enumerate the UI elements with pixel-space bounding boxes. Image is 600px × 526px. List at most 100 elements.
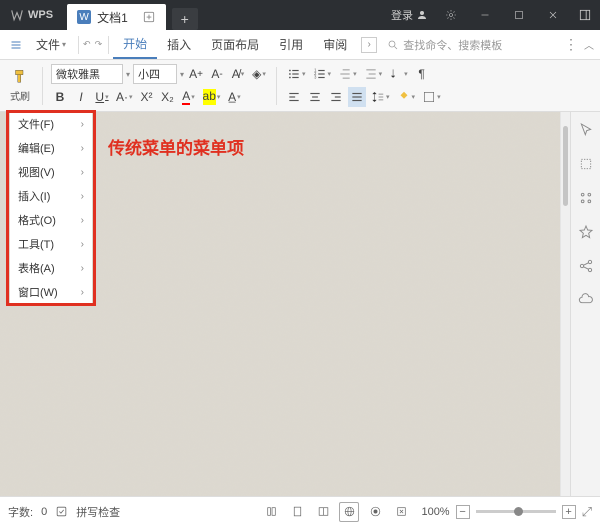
document-title: 文档1 — [97, 9, 128, 26]
settings-icon[interactable] — [578, 190, 594, 206]
font-color-button[interactable]: A — [180, 87, 198, 107]
align-justify-button[interactable] — [348, 87, 366, 107]
menu-item-tools[interactable]: 工具(T) — [10, 232, 92, 256]
font-grow-icon[interactable]: A+ — [187, 64, 205, 84]
tab-pagelayout[interactable]: 页面布局 — [201, 30, 269, 59]
app-name: WPS — [28, 9, 53, 21]
scroll-thumb[interactable] — [563, 126, 568, 206]
redo-icon[interactable]: ↷ — [93, 39, 105, 50]
new-tab-button[interactable]: + — [172, 8, 198, 30]
tab-refresh-icon[interactable] — [142, 10, 156, 24]
wordcount-value: 0 — [41, 506, 47, 518]
cursor-icon[interactable] — [578, 122, 594, 138]
view-outline-icon[interactable] — [261, 502, 281, 522]
legacy-file-menu: 文件(F) 编辑(E) 视图(V) 插入(I) 格式(O) 工具(T) 表格(A… — [10, 112, 92, 304]
superscript-button[interactable]: X² — [138, 87, 156, 107]
vertical-scrollbar[interactable] — [560, 112, 570, 496]
menu-item-edit[interactable]: 编辑(E) — [10, 136, 92, 160]
share-icon[interactable] — [578, 258, 594, 274]
menubar-right: ⋮ ︿ — [564, 36, 594, 53]
fit-page-icon[interactable] — [391, 502, 411, 522]
wordcount-label: 字数: — [8, 504, 33, 520]
settings-icon[interactable] — [434, 0, 468, 30]
format-painter[interactable]: 式刷 — [6, 66, 34, 105]
annotation-label: 传统菜单的菜单项 — [108, 134, 244, 159]
sort-button[interactable] — [387, 64, 410, 84]
font-effects-icon[interactable]: ◈ — [250, 64, 268, 84]
clear-format-icon[interactable]: A̸ — [229, 64, 247, 84]
indent-increase-button[interactable] — [362, 64, 385, 84]
menu-item-view[interactable]: 视图(V) — [10, 160, 92, 184]
star-icon[interactable] — [578, 224, 594, 240]
indent-decrease-button[interactable] — [336, 64, 359, 84]
pilcrow-button[interactable]: ¶ — [413, 64, 431, 84]
chevron-up-icon[interactable]: ︿ — [584, 37, 594, 52]
document-tab-row: W 文档1 + — [63, 0, 385, 30]
menu-item-window[interactable]: 窗口(W) — [10, 280, 92, 304]
app-logo: WPS — [0, 8, 63, 22]
more-icon[interactable]: ⋮ — [564, 36, 578, 53]
divider — [108, 36, 109, 54]
document-type-icon: W — [77, 10, 91, 24]
tab-review[interactable]: 审阅 — [313, 30, 357, 59]
divider — [78, 36, 79, 54]
bullets-button[interactable] — [285, 64, 308, 84]
zoom-slider[interactable] — [476, 510, 556, 513]
underline-button[interactable]: U — [93, 87, 111, 107]
undo-icon[interactable]: ↶ — [81, 39, 93, 50]
sidepanel-toggle-icon[interactable] — [570, 8, 600, 22]
login-button[interactable]: 登录 — [385, 7, 434, 23]
hamburger-menu[interactable] — [6, 39, 26, 51]
shading-button[interactable] — [395, 87, 418, 107]
font-size-select[interactable]: 小四 — [133, 64, 177, 84]
window-controls: 登录 — [385, 0, 600, 30]
tab-start[interactable]: 开始 — [113, 30, 157, 59]
menu-item-format[interactable]: 格式(O) — [10, 208, 92, 232]
view-page-icon[interactable] — [287, 502, 307, 522]
char-shading-button[interactable]: A̲ — [225, 87, 243, 107]
document-tab[interactable]: W 文档1 — [67, 4, 166, 30]
statusbar: 字数: 0 拼写检查 100% − + ⤢ — [0, 496, 600, 526]
menu-item-insert[interactable]: 插入(I) — [10, 184, 92, 208]
tab-scroll-right[interactable]: › — [361, 37, 377, 53]
separator — [276, 67, 277, 105]
font-name-select[interactable]: 微软雅黑 — [51, 64, 123, 84]
tab-references[interactable]: 引用 — [269, 30, 313, 59]
font-shrink-icon[interactable]: A- — [208, 64, 226, 84]
menu-item-file[interactable]: 文件(F) — [10, 112, 92, 136]
numbering-button[interactable]: 123 — [311, 64, 334, 84]
menu-item-table[interactable]: 表格(A) — [10, 256, 92, 280]
expand-icon[interactable]: ⤢ — [582, 504, 592, 520]
menubar: 文件 ▾ ↶ ↷ 开始 插入 页面布局 引用 审阅 › 查找命令、搜索模板 ⋮ … — [0, 30, 600, 60]
align-left-button[interactable] — [285, 87, 303, 107]
spellcheck-label[interactable]: 拼写检查 — [76, 504, 120, 520]
zoom-control: 100% − + ⤢ — [421, 504, 592, 520]
bold-button[interactable]: B — [51, 87, 69, 107]
zoom-out-button[interactable]: − — [456, 505, 470, 519]
minimize-button[interactable] — [468, 0, 502, 30]
line-spacing-button[interactable] — [369, 87, 392, 107]
view-web-icon[interactable] — [339, 502, 359, 522]
close-button[interactable] — [536, 0, 570, 30]
maximize-button[interactable] — [502, 0, 536, 30]
cloud-icon[interactable] — [578, 292, 594, 308]
file-menu[interactable]: 文件 ▾ — [26, 30, 76, 59]
subscript-button[interactable]: X₂ — [159, 87, 177, 107]
highlight-button[interactable]: ab — [201, 87, 223, 107]
align-center-button[interactable] — [306, 87, 324, 107]
zoom-value[interactable]: 100% — [421, 506, 449, 518]
titlebar: WPS W 文档1 + 登录 — [0, 0, 600, 30]
view-read-icon[interactable] — [313, 502, 333, 522]
strike-button[interactable]: A· — [114, 87, 135, 107]
formatting-toolbar: 式刷 微软雅黑 ▾ 小四 ▾ A+ A- A̸ ◈ B I U A· X² X₂… — [0, 60, 600, 112]
select-icon[interactable] — [578, 156, 594, 172]
command-search[interactable]: 查找命令、搜索模板 — [387, 37, 564, 53]
align-right-button[interactable] — [327, 87, 345, 107]
italic-button[interactable]: I — [72, 87, 90, 107]
zoom-thumb[interactable] — [514, 507, 523, 516]
borders-button[interactable] — [420, 87, 443, 107]
spellcheck-icon[interactable] — [55, 505, 68, 518]
tab-insert[interactable]: 插入 — [157, 30, 201, 59]
zoom-in-button[interactable]: + — [562, 505, 576, 519]
view-focus-icon[interactable] — [365, 502, 385, 522]
